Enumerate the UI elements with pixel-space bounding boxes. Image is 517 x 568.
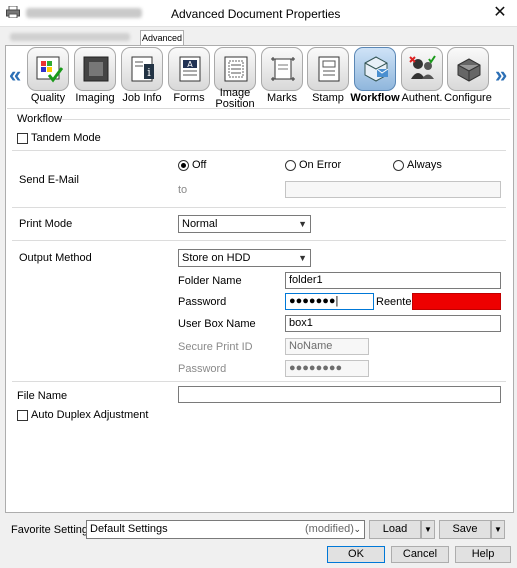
chevron-down-icon: ⌄ xyxy=(353,524,361,534)
section-divider xyxy=(12,240,506,241)
image-position-icon xyxy=(224,56,248,82)
email-to-label: to xyxy=(178,184,188,196)
svg-text:i: i xyxy=(147,66,151,79)
chevron-down-icon: ▼ xyxy=(298,219,307,229)
send-email-label: Send E-Mail xyxy=(19,174,79,186)
user-box-name-field[interactable]: box1 xyxy=(285,315,501,332)
favorite-modified-status: (modified) xyxy=(305,523,354,535)
auto-duplex-label: Auto Duplex Adjustment xyxy=(31,409,149,421)
load-button[interactable]: Load xyxy=(369,520,421,539)
send-email-on-error-radio[interactable] xyxy=(285,160,296,171)
printer-name-redacted xyxy=(26,8,142,18)
send-email-off-label: Off xyxy=(192,159,207,171)
toolbar-stamp-button[interactable] xyxy=(307,47,349,91)
group-divider xyxy=(62,119,510,120)
scroll-left-icon[interactable]: « xyxy=(9,62,21,88)
load-dropdown-button[interactable]: ▼ xyxy=(421,520,435,539)
toolbar-configure-button[interactable] xyxy=(447,47,489,91)
print-mode-select[interactable]: Normal ▼ xyxy=(178,215,311,233)
save-button[interactable]: Save xyxy=(439,520,491,539)
workflow-group-title: Workflow xyxy=(17,113,63,125)
toolbar-workflow-button[interactable] xyxy=(354,47,396,91)
output-method-label: Output Method xyxy=(19,252,92,264)
caret-down-icon: ▼ xyxy=(494,525,502,534)
email-to-field[interactable] xyxy=(285,181,501,198)
configure-icon xyxy=(457,58,481,82)
favorite-setting-label: Favorite Setting xyxy=(11,524,89,536)
stamp-icon xyxy=(318,56,340,82)
send-email-always-label: Always xyxy=(407,159,442,171)
svg-text:A: A xyxy=(187,60,193,69)
caret-down-icon: ▼ xyxy=(424,525,432,534)
toolbar-separator xyxy=(7,108,510,109)
text-cursor: | xyxy=(335,295,339,307)
reenter-label: Reenter xyxy=(376,296,416,308)
user-box-name-label: User Box Name xyxy=(178,318,256,330)
folder-name-field[interactable]: folder1 xyxy=(285,272,501,289)
save-dropdown-button[interactable]: ▼ xyxy=(491,520,505,539)
print-mode-label: Print Mode xyxy=(19,218,73,230)
forms-icon: A xyxy=(179,56,201,82)
favorite-setting-value: Default Settings xyxy=(90,523,168,535)
file-name-field[interactable] xyxy=(178,386,501,403)
toolbar-job-info-button[interactable]: i xyxy=(121,47,163,91)
section-divider xyxy=(12,150,506,151)
cancel-button[interactable]: Cancel xyxy=(391,546,449,563)
send-email-always-radio[interactable] xyxy=(393,160,404,171)
imaging-icon xyxy=(83,56,109,82)
toolbar-imaging-button[interactable] xyxy=(74,47,116,91)
window-title: Advanced Document Properties xyxy=(171,7,341,21)
scroll-right-icon[interactable]: » xyxy=(495,62,507,88)
tandem-mode-label: Tandem Mode xyxy=(31,132,101,144)
secure-password-label: Password xyxy=(178,363,227,375)
title-bar: Advanced Document Properties ✕ xyxy=(0,0,517,27)
toolbar-quality-button[interactable] xyxy=(27,47,69,91)
reenter-password-field[interactable] xyxy=(412,293,501,310)
close-icon[interactable]: ✕ xyxy=(486,2,514,24)
secure-password-field[interactable]: ●●●●●●●● xyxy=(285,360,369,377)
marks-icon xyxy=(271,57,295,81)
password-label: Password xyxy=(178,296,227,308)
output-method-value: Store on HDD xyxy=(182,252,251,264)
print-mode-value: Normal xyxy=(182,218,218,230)
toolbar-configure-label: Configure xyxy=(444,92,492,104)
send-email-off-radio[interactable] xyxy=(178,160,189,171)
output-method-select[interactable]: Store on HDD ▼ xyxy=(178,249,311,267)
printer-icon xyxy=(6,6,20,18)
job-info-icon: i xyxy=(131,56,154,82)
secure-print-id-field[interactable]: NoName xyxy=(285,338,369,355)
folder-name-label: Folder Name xyxy=(178,275,242,287)
quality-icon xyxy=(36,56,63,83)
tab-printer-settings[interactable] xyxy=(6,30,138,44)
section-divider xyxy=(12,207,506,208)
secure-print-id-label: Secure Print ID xyxy=(178,341,253,353)
help-button[interactable]: Help xyxy=(455,546,511,563)
ok-button[interactable]: OK xyxy=(327,546,385,563)
workflow-icon xyxy=(364,56,389,82)
toolbar-marks-button[interactable] xyxy=(261,47,303,91)
chevron-down-icon: ▼ xyxy=(298,253,307,263)
toolbar-authentication-button[interactable] xyxy=(401,47,443,91)
toolbar-forms-button[interactable]: A xyxy=(168,47,210,91)
auto-duplex-checkbox[interactable] xyxy=(17,410,28,421)
section-divider xyxy=(12,381,506,382)
send-email-on-error-label: On Error xyxy=(299,159,342,171)
tandem-mode-checkbox[interactable] xyxy=(17,133,28,144)
tab-label-redacted xyxy=(10,33,130,41)
password-value: ●●●●●●● xyxy=(289,295,336,307)
favorite-setting-select[interactable]: Default Settings (modified) ⌄ xyxy=(86,520,365,539)
password-field[interactable]: ●●●●●●●| xyxy=(285,293,374,310)
authentication-icon xyxy=(409,55,436,79)
toolbar-image-position-button[interactable] xyxy=(214,47,256,91)
tab-advanced[interactable]: Advanced xyxy=(140,30,184,46)
file-name-label: File Name xyxy=(17,390,68,402)
